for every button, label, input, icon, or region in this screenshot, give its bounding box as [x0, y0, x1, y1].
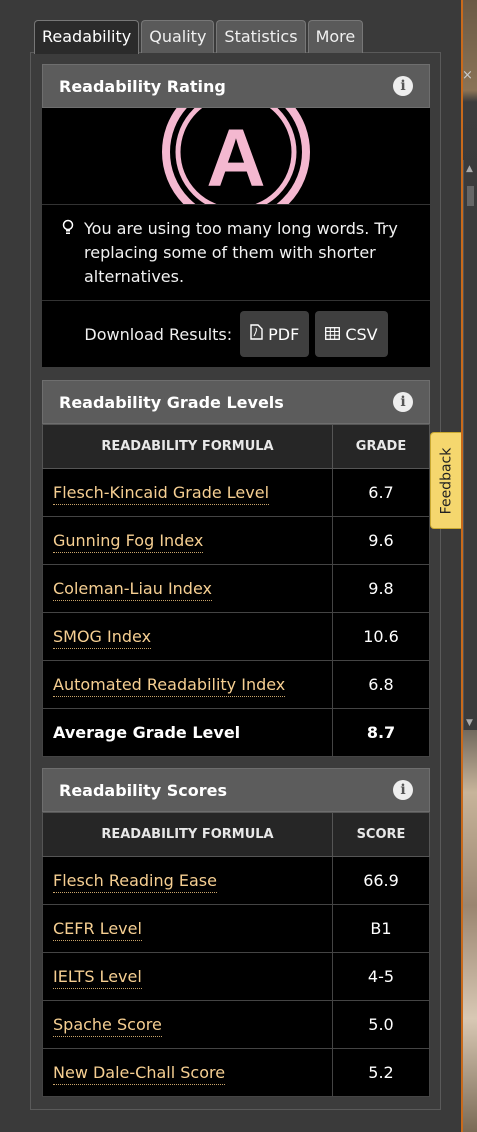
tab-readability[interactable]: Readability — [34, 20, 140, 54]
feedback-label: Feedback — [438, 447, 455, 514]
average-value: 8.7 — [332, 708, 430, 757]
grade-levels-section: Readability Grade Levels i READABILITY F… — [42, 380, 430, 757]
grade-levels-table: READABILITY FORMULA GRADE Flesch-Kincaid… — [42, 424, 430, 757]
average-row: Average Grade Level 8.7 — [42, 708, 430, 757]
formula-link[interactable]: IELTS Level — [53, 967, 142, 989]
grade-value: 9.6 — [332, 516, 430, 565]
formula-link[interactable]: Automated Readability Index — [53, 675, 286, 697]
page-scrollbar[interactable]: ▲ ▼ — [463, 160, 477, 730]
scores-table: READABILITY FORMULA SCORE Flesch Reading… — [42, 812, 430, 1097]
readability-rating-section: Readability Rating i A You are using too… — [42, 64, 430, 367]
score-value: 66.9 — [332, 856, 430, 905]
score-value: 4-5 — [332, 952, 430, 1001]
download-bar: Download Results: PDF CSV — [42, 300, 430, 367]
lightbulb-icon — [62, 219, 74, 288]
table-row: Coleman-Liau Index 9.8 — [42, 564, 430, 613]
grade-value: 9.8 — [332, 564, 430, 613]
formula-link[interactable]: SMOG Index — [53, 627, 152, 649]
feedback-tab[interactable]: Feedback — [430, 432, 461, 529]
score-value: B1 — [332, 904, 430, 953]
tip-text: You are using too many long words. Try r… — [84, 219, 398, 286]
grade-letter: A — [206, 113, 265, 204]
grade-value: 6.7 — [332, 468, 430, 517]
download-csv-button[interactable]: CSV — [315, 311, 388, 357]
table-row: Automated Readability Index 6.8 — [42, 660, 430, 709]
formula-link[interactable]: Flesch Reading Ease — [53, 871, 217, 893]
table-row: New Dale-Chall Score 5.2 — [42, 1048, 430, 1097]
tab-statistics[interactable]: Statistics — [216, 20, 306, 53]
pdf-file-icon — [250, 324, 263, 344]
section-title: Readability Rating — [59, 76, 226, 96]
table-row: Gunning Fog Index 9.6 — [42, 516, 430, 565]
table-row: SMOG Index 10.6 — [42, 612, 430, 661]
table-row: IELTS Level 4-5 — [42, 952, 430, 1001]
table-header-row: READABILITY FORMULA SCORE — [42, 812, 430, 857]
section-header: Readability Rating i — [42, 64, 430, 108]
scroll-thumb[interactable] — [467, 186, 474, 206]
tip-box: You are using too many long words. Try r… — [42, 204, 430, 300]
table-row: CEFR Level B1 — [42, 904, 430, 953]
table-row: Spache Score 5.0 — [42, 1000, 430, 1049]
download-pdf-button[interactable]: PDF — [240, 311, 310, 357]
section-title: Readability Grade Levels — [59, 392, 284, 412]
table-icon — [325, 325, 341, 344]
formula-link[interactable]: Gunning Fog Index — [53, 531, 204, 553]
close-icon[interactable]: × — [462, 68, 473, 83]
tab-more[interactable]: More — [307, 20, 364, 53]
scroll-up-icon[interactable]: ▲ — [466, 164, 473, 174]
tab-bar: Readability Quality Statistics More — [34, 20, 364, 54]
scroll-down-icon[interactable]: ▼ — [466, 718, 473, 728]
section-header: Readability Grade Levels i — [42, 380, 430, 424]
formula-link[interactable]: New Dale-Chall Score — [53, 1063, 226, 1085]
pdf-label: PDF — [268, 324, 300, 344]
section-header: Readability Scores i — [42, 768, 430, 812]
score-value: 5.0 — [332, 1000, 430, 1049]
info-icon[interactable]: i — [393, 780, 413, 800]
formula-link[interactable]: Spache Score — [53, 1015, 162, 1037]
formula-link[interactable]: Coleman-Liau Index — [53, 579, 212, 601]
column-header-formula: READABILITY FORMULA — [42, 812, 333, 857]
average-label: Average Grade Level — [42, 708, 333, 757]
section-title: Readability Scores — [59, 780, 228, 800]
csv-label: CSV — [345, 324, 378, 344]
info-icon[interactable]: i — [393, 76, 413, 96]
formula-link[interactable]: Flesch-Kincaid Grade Level — [53, 483, 270, 505]
table-row: Flesch Reading Ease 66.9 — [42, 856, 430, 905]
download-label: Download Results: — [84, 324, 233, 344]
column-header-grade: GRADE — [332, 424, 430, 469]
grade-value: 10.6 — [332, 612, 430, 661]
readability-scores-section: Readability Scores i READABILITY FORMULA… — [42, 768, 430, 1097]
column-header-formula: READABILITY FORMULA — [42, 424, 333, 469]
score-value: 5.2 — [332, 1048, 430, 1097]
grade-value: 6.8 — [332, 660, 430, 709]
table-row: Flesch-Kincaid Grade Level 6.7 — [42, 468, 430, 517]
grade-badge: A — [42, 108, 430, 204]
info-icon[interactable]: i — [393, 392, 413, 412]
table-header-row: READABILITY FORMULA GRADE — [42, 424, 430, 469]
column-header-score: SCORE — [332, 812, 430, 857]
formula-link[interactable]: CEFR Level — [53, 919, 142, 941]
tab-quality[interactable]: Quality — [141, 20, 215, 53]
